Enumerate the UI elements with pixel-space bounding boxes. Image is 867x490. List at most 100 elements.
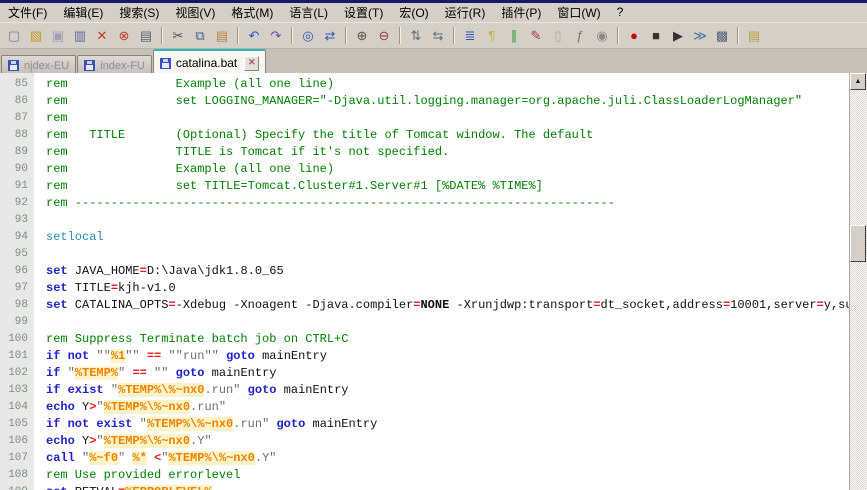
code-segment [60,417,67,431]
vertical-scrollbar[interactable]: ▲ [849,73,867,490]
code-line[interactable]: 87 rem [0,110,867,127]
code-line[interactable]: 95 [0,246,867,263]
code-segment: if [46,383,60,397]
code-line[interactable]: 109 set RETVAL=%ERRORLEVEL% [0,484,867,490]
code-line[interactable]: 101 if not ""%1"" == ""run"" goto mainEn… [0,348,867,365]
menu-item-language[interactable]: 语言(L) [281,2,336,24]
menu-item-edit[interactable]: 编辑(E) [55,2,111,24]
zoom-in-icon[interactable]: ⊕ [352,26,372,46]
macro-run-multiple-icon[interactable]: ≫ [690,26,710,46]
code-segment [168,366,175,380]
print-now-icon[interactable]: ▤ [744,26,764,46]
saved-file-icon [160,58,171,69]
code-segment: not [68,349,90,363]
cut-icon[interactable]: ✂ [168,26,188,46]
document-map-icon[interactable]: ▯ [548,26,568,46]
code-text: if "%TEMP%" == "" goto mainEntry [34,365,867,382]
paste-icon[interactable]: ▤ [212,26,232,46]
menu-item-search[interactable]: 搜索(S) [111,2,167,24]
menu-item-window[interactable]: 窗口(W) [549,2,608,24]
line-number: 97 [0,280,34,297]
menu-item-run[interactable]: 运行(R) [437,2,494,24]
line-number: 91 [0,178,34,195]
menu-item-view[interactable]: 视图(V) [167,2,223,24]
menu-item-file[interactable]: 文件(F) [0,2,55,24]
user-defined-dialog-icon[interactable]: ✎ [526,26,546,46]
code-text [34,314,867,331]
code-line[interactable]: 92 rem ---------------------------------… [0,195,867,212]
code-line[interactable]: 100 rem Suppress Terminate batch job on … [0,331,867,348]
code-text: rem [34,110,867,127]
new-file-icon[interactable]: ▢ [4,26,24,46]
code-segment: rem set TITLE=Tomcat.Cluster#1.Server#1 … [46,179,543,193]
word-wrap-icon[interactable]: ≣ [460,26,480,46]
code-segment: Y [75,400,89,414]
code-segment: set [46,281,68,295]
code-line[interactable]: 107 call "%~f0" %* <"%TEMP%\%~nx0.Y" [0,450,867,467]
editor-pane[interactable]: 85 rem Example (all one line) 86 rem set… [0,73,867,490]
code-line[interactable]: 94 setlocal [0,229,867,246]
code-line[interactable]: 106 echo Y>"%TEMP%\%~nx0.Y" [0,433,867,450]
print-icon[interactable]: ▤ [136,26,156,46]
tab-njdex-EU[interactable]: njdex-EU [1,55,76,75]
macro-record-icon[interactable]: ● [624,26,644,46]
undo-icon[interactable]: ↶ [244,26,264,46]
menu-item-macro[interactable]: 宏(O) [391,2,436,24]
save-all-icon[interactable]: ▥ [70,26,90,46]
code-segment: call [46,451,75,465]
macro-stop-icon[interactable]: ■ [646,26,666,46]
replace-icon[interactable]: ⇄ [320,26,340,46]
file-monitor-icon[interactable]: ◉ [592,26,612,46]
code-line[interactable]: 98 set CATALINA_OPTS=-Xdebug -Xnoagent -… [0,297,867,314]
menu-item-format[interactable]: 格式(M) [223,2,281,24]
toolbar-separator [237,27,239,44]
code-line[interactable]: 88 rem TITLE (Optional) Specify the titl… [0,127,867,144]
line-number: 85 [0,76,34,93]
menu-item-plugins[interactable]: 插件(P) [493,2,549,24]
open-folder-icon[interactable]: ▧ [26,26,46,46]
zoom-out-icon[interactable]: ⊖ [374,26,394,46]
macro-play-icon[interactable]: ▶ [668,26,688,46]
scrollbar-thumb[interactable] [850,225,866,262]
code-line[interactable]: 89 rem TITLE is Tomcat if it's not speci… [0,144,867,161]
code-segment [75,451,82,465]
find-icon[interactable]: ◎ [298,26,318,46]
text-editor[interactable]: 85 rem Example (all one line) 86 rem set… [0,76,867,490]
code-line[interactable]: 102 if "%TEMP%" == "" goto mainEntry [0,365,867,382]
code-line[interactable]: 93 [0,212,867,229]
code-segment: .run" [190,400,226,414]
code-line[interactable]: 104 echo Y>"%TEMP%\%~nx0.run" [0,399,867,416]
tab-close-icon[interactable]: ✕ [244,56,259,71]
code-line[interactable]: 86 rem set LOGGING_MANAGER="-Djava.util.… [0,93,867,110]
redo-icon[interactable]: ↷ [266,26,286,46]
code-line[interactable]: 90 rem Example (all one line) [0,161,867,178]
code-line[interactable]: 108 rem Use provided errorlevel [0,467,867,484]
close-icon[interactable]: ✕ [92,26,112,46]
macro-save-icon[interactable]: ▩ [712,26,732,46]
scroll-up-arrow-icon[interactable]: ▲ [850,73,866,90]
tab-catalina.bat[interactable]: catalina.bat ✕ [153,49,266,75]
code-line[interactable]: 103 if exist "%TEMP%\%~nx0.run" goto mai… [0,382,867,399]
code-line[interactable]: 91 rem set TITLE=Tomcat.Cluster#1.Server… [0,178,867,195]
code-text: set JAVA_HOME=D:\Java\jdk1.8.0_65 [34,263,867,280]
save-icon[interactable]: ▣ [48,26,68,46]
sync-horizontal-scroll-icon[interactable]: ⇆ [428,26,448,46]
code-line[interactable]: 97 set TITLE=kjh-v1.0 [0,280,867,297]
function-list-icon[interactable]: ƒ [570,26,590,46]
code-line[interactable]: 85 rem Example (all one line) [0,76,867,93]
close-all-icon[interactable]: ⊗ [114,26,134,46]
tab-index-FU[interactable]: index-FU [77,55,152,75]
code-segment [240,383,247,397]
code-line[interactable]: 96 set JAVA_HOME=D:\Java\jdk1.8.0_65 [0,263,867,280]
code-segment: = [140,264,147,278]
show-all-characters-icon[interactable]: ¶ [482,26,502,46]
menu-item-settings[interactable]: 设置(T) [336,2,391,24]
indent-guide-icon[interactable]: ∥ [504,26,524,46]
notepad-plus-plus-window: 文件(F) 编辑(E) 搜索(S) 视图(V) 格式(M) 语言(L) 设置(T… [0,0,867,490]
code-line[interactable]: 105 if not exist "%TEMP%\%~nx0.run" goto… [0,416,867,433]
menu-item-help[interactable]: ? [609,3,632,22]
code-segment: rem Use provided errorlevel [46,468,240,482]
sync-vertical-scroll-icon[interactable]: ⇅ [406,26,426,46]
copy-icon[interactable]: ⧉ [190,26,210,46]
code-line[interactable]: 99 [0,314,867,331]
